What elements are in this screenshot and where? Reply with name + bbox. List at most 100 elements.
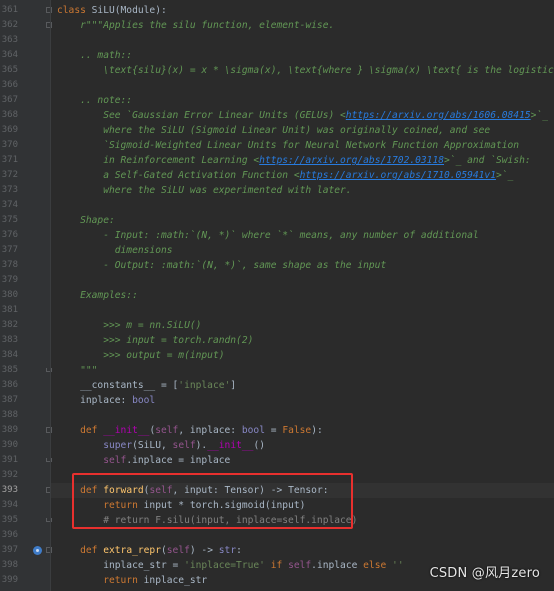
code-line[interactable]: """ [51, 363, 554, 378]
line-number[interactable]: 375 [0, 213, 18, 228]
line-number[interactable]: 370 [0, 138, 18, 153]
code-line[interactable]: - Input: :math:`(N, *)` where `*` means,… [51, 228, 554, 243]
code-line[interactable] [51, 198, 554, 213]
code-token: >>> output = m(input) [57, 350, 225, 361]
line-number[interactable]: 383 [0, 333, 18, 348]
code-line[interactable]: .. note:: [51, 93, 554, 108]
code-line[interactable] [51, 528, 554, 543]
code-line[interactable]: super(SiLU, self).__init__() [51, 438, 554, 453]
line-number[interactable]: 364 [0, 48, 18, 63]
code-line[interactable]: def extra_repr(self) -> str: [51, 543, 554, 558]
code-token: Shape: [57, 215, 115, 226]
code-token: \text{silu}(x) = x * \sigma(x), \text{wh… [103, 65, 554, 76]
code-line[interactable]: Shape: [51, 213, 554, 228]
code-token: See `Gaussian Error Linear Units (GELUs)… [57, 110, 346, 121]
code-token: where the SiLU (Sigmoid Linear Unit) was… [57, 125, 491, 136]
line-number[interactable]: 396 [0, 528, 18, 543]
code-token: .. math:: [57, 50, 133, 61]
line-number[interactable]: 390 [0, 438, 18, 453]
line-number[interactable]: 374 [0, 198, 18, 213]
line-number[interactable]: 398 [0, 558, 18, 573]
line-number[interactable]: 378 [0, 258, 18, 273]
line-number[interactable]: 372 [0, 168, 18, 183]
line-number[interactable]: 361 [0, 3, 18, 18]
code-line[interactable]: dimensions [51, 243, 554, 258]
line-number[interactable]: 379 [0, 273, 18, 288]
code-token: ) -> [189, 545, 219, 556]
line-number[interactable]: 373 [0, 183, 18, 198]
code-line[interactable]: >>> input = torch.randn(2) [51, 333, 554, 348]
line-number-gutter[interactable]: 361 362 363 364 365 366 367 368 369 370 371 372 373 3… [0, 0, 52, 591]
code-line[interactable]: def forward(self, input: Tensor) -> Tens… [51, 483, 554, 498]
code-line[interactable]: >>> m = nn.SiLU() [51, 318, 554, 333]
code-line[interactable]: inplace: bool [51, 393, 554, 408]
line-number[interactable]: 397 [0, 543, 18, 558]
line-number[interactable]: 362 [0, 18, 18, 33]
line-number[interactable]: 371 [0, 153, 18, 168]
code-token: __init__ [207, 440, 254, 451]
line-number[interactable]: 395 [0, 513, 18, 528]
code-token: False [282, 425, 312, 436]
code-line[interactable] [51, 273, 554, 288]
code-line[interactable]: See `Gaussian Error Linear Units (GELUs)… [51, 108, 554, 123]
line-number[interactable]: 368 [0, 108, 18, 123]
code-line[interactable]: in Reinforcement Learning <https://arxiv… [51, 153, 554, 168]
code-line[interactable]: `Sigmoid-Weighted Linear Units for Neura… [51, 138, 554, 153]
code-editor[interactable]: 361 362 363 364 365 366 367 368 369 370 371 372 373 3… [0, 0, 554, 591]
code-token[interactable]: https://arxiv.org/abs/1702.03118 [259, 155, 444, 166]
code-line[interactable] [51, 468, 554, 483]
code-line[interactable]: # return F.silu(input, inplace=self.inpl… [51, 513, 554, 528]
code-token[interactable]: https://arxiv.org/abs/1710.05941v1 [300, 170, 496, 181]
code-line[interactable]: - Output: :math:`(N, *)`, same shape as … [51, 258, 554, 273]
code-token: - Output: :math:`(N, *)`, same shape as … [57, 260, 387, 271]
code-line[interactable]: self.inplace = inplace [51, 453, 554, 468]
line-number[interactable]: 377 [0, 243, 18, 258]
code-token: - Input: :math:`(N, *)` where `*` means,… [57, 230, 479, 241]
code-line[interactable]: r"""Applies the silu function, element-w… [51, 18, 554, 33]
line-number[interactable]: 365 [0, 63, 18, 78]
code-token: : [236, 545, 242, 556]
line-number[interactable]: 392 [0, 468, 18, 483]
line-number[interactable]: 387 [0, 393, 18, 408]
code-line[interactable]: where the SiLU was experimented with lat… [51, 183, 554, 198]
line-number[interactable]: 363 [0, 33, 18, 48]
code-line[interactable]: >>> output = m(input) [51, 348, 554, 363]
code-line[interactable] [51, 33, 554, 48]
code-line[interactable]: __constants__ = ['inplace'] [51, 378, 554, 393]
code-token: ): [311, 425, 323, 436]
line-number[interactable]: 380 [0, 288, 18, 303]
code-area[interactable]: class SiLU(Module): r"""Applies the silu… [51, 0, 554, 591]
line-number[interactable]: 389 [0, 423, 18, 438]
code-line[interactable]: def __init__(self, inplace: bool = False… [51, 423, 554, 438]
line-number[interactable]: 381 [0, 303, 18, 318]
code-line[interactable] [51, 303, 554, 318]
code-line[interactable]: \text{silu}(x) = x * \sigma(x), \text{wh… [51, 63, 554, 78]
override-icon[interactable] [33, 546, 42, 555]
code-line[interactable]: class SiLU(Module): [51, 3, 554, 18]
code-token[interactable]: https://arxiv.org/abs/1606.08415 [346, 110, 531, 121]
line-number[interactable]: 393 [0, 483, 18, 498]
code-token: `Sigmoid-Weighted Linear Units for Neura… [57, 140, 520, 151]
line-number[interactable]: 399 [0, 573, 18, 588]
line-number[interactable]: 367 [0, 93, 18, 108]
line-number[interactable]: 384 [0, 348, 18, 363]
line-number[interactable]: 388 [0, 408, 18, 423]
code-token: bool [132, 395, 156, 406]
line-number[interactable]: 366 [0, 78, 18, 93]
code-line[interactable] [51, 408, 554, 423]
code-line[interactable]: a Self-Gated Activation Function <https:… [51, 168, 554, 183]
code-token: >`_ and `Swish: [444, 155, 531, 166]
line-number[interactable]: 386 [0, 378, 18, 393]
code-line[interactable]: Examples:: [51, 288, 554, 303]
code-token: """ [57, 365, 98, 376]
code-line[interactable] [51, 78, 554, 93]
line-number[interactable]: 391 [0, 453, 18, 468]
line-number[interactable]: 376 [0, 228, 18, 243]
line-number[interactable]: 369 [0, 123, 18, 138]
code-line[interactable]: return input * torch.sigmoid(input) [51, 498, 554, 513]
line-number[interactable]: 385 [0, 363, 18, 378]
line-number[interactable]: 382 [0, 318, 18, 333]
line-number[interactable]: 394 [0, 498, 18, 513]
code-line[interactable]: .. math:: [51, 48, 554, 63]
code-line[interactable]: where the SiLU (Sigmoid Linear Unit) was… [51, 123, 554, 138]
